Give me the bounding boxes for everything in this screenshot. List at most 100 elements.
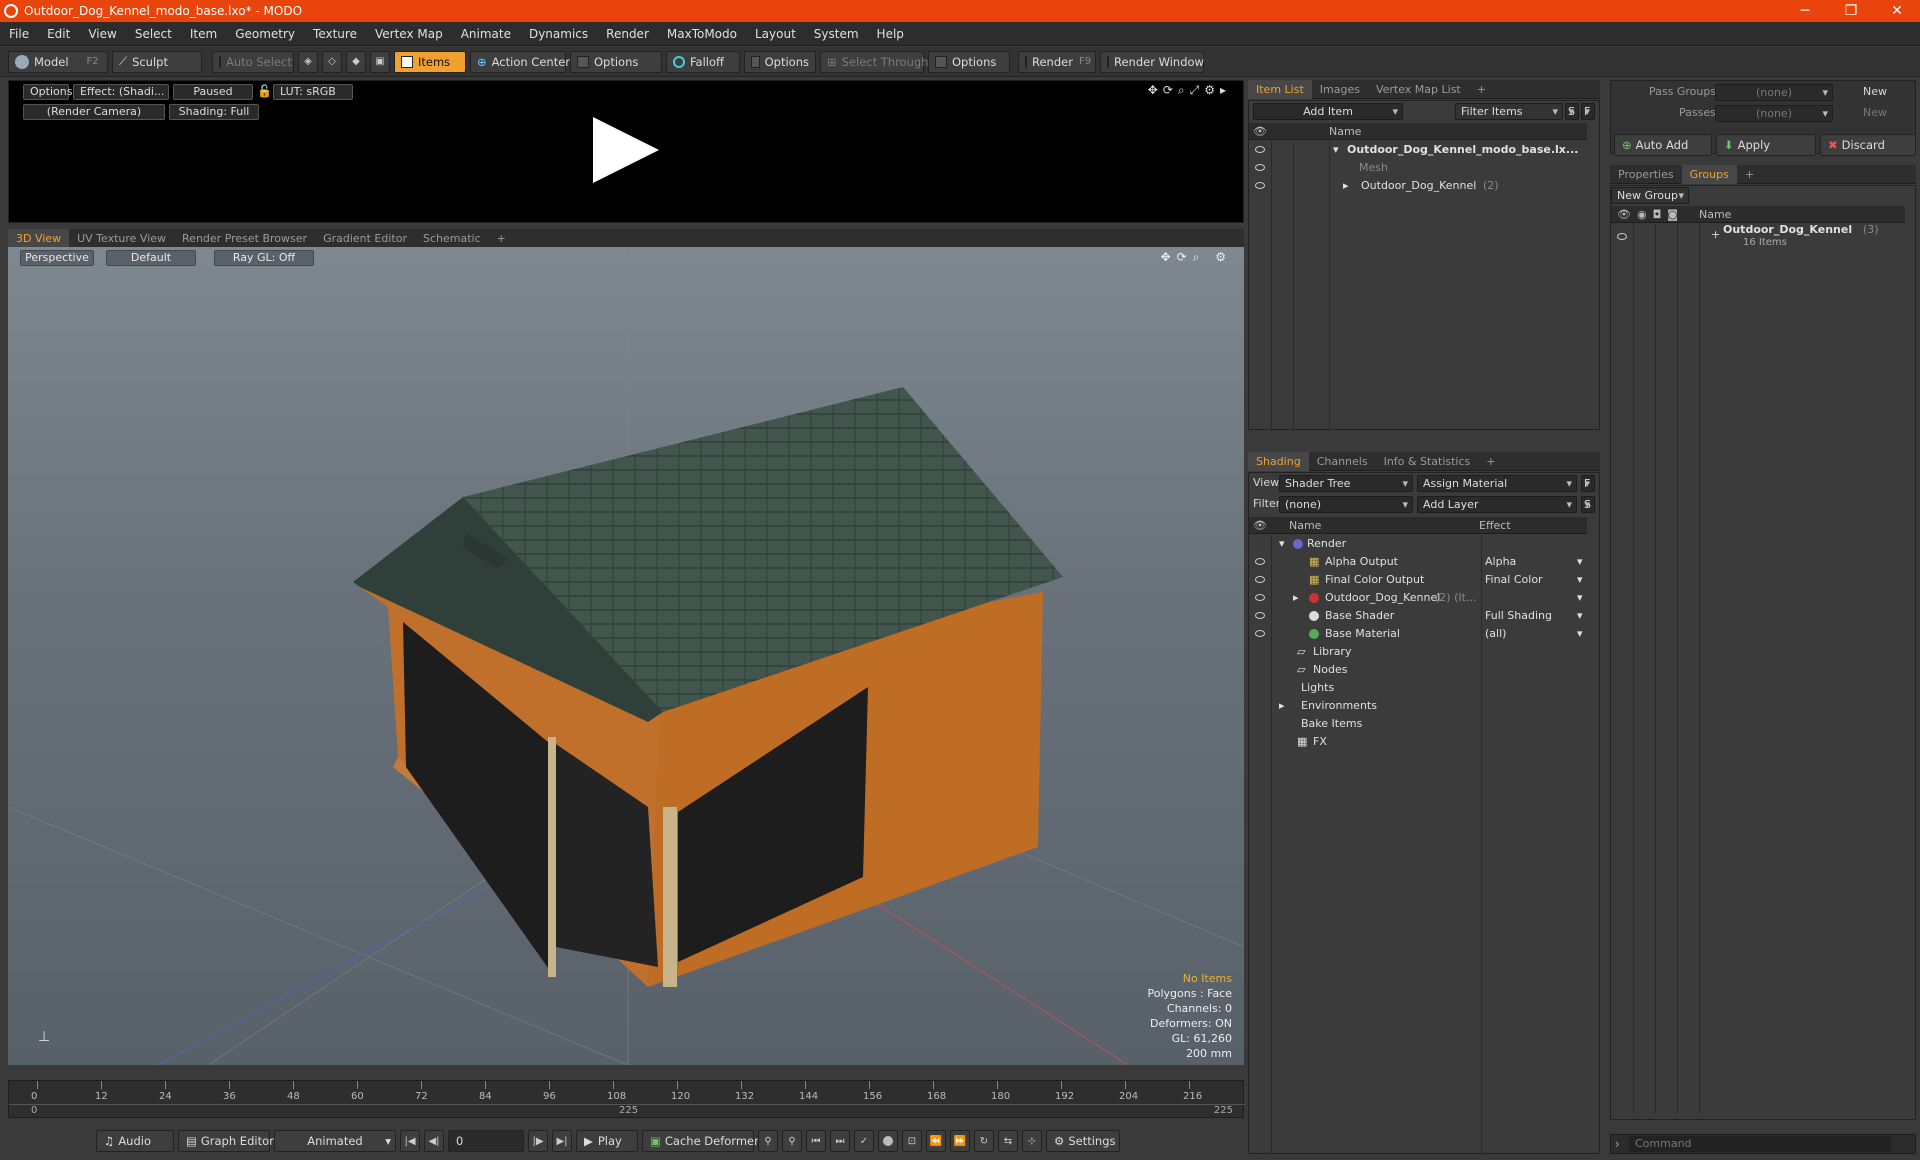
- shader-row-lights[interactable]: Lights: [1249, 679, 1587, 697]
- shader-effect[interactable]: Alpha: [1485, 553, 1516, 571]
- step-back-icon[interactable]: ⏪: [926, 1130, 946, 1152]
- close-button[interactable]: ✕: [1874, 3, 1920, 19]
- animated-dropdown[interactable]: Animated ▾: [274, 1130, 396, 1152]
- menu-dynamics[interactable]: Dynamics: [520, 27, 597, 41]
- shader-row-base-material[interactable]: Base Material (all) ▾: [1249, 625, 1587, 643]
- add-tab-button[interactable]: +: [1737, 168, 1762, 181]
- discard-button[interactable]: ✖ Discard: [1820, 134, 1916, 156]
- expand-arrow-icon[interactable]: ▾: [1279, 535, 1285, 553]
- add-layer-dropdown[interactable]: Add Layer: [1417, 496, 1577, 513]
- goto-start-icon[interactable]: |◀: [400, 1130, 420, 1152]
- key-icon[interactable]: ⚲: [758, 1130, 778, 1152]
- preview-nav-icons[interactable]: ✥⟳⌕⤢⚙▸: [1148, 83, 1231, 98]
- shading-dropdown[interactable]: Shading: Full: [169, 104, 259, 120]
- play-preview-icon[interactable]: [593, 117, 659, 183]
- projection-dropdown[interactable]: Perspective: [20, 250, 94, 266]
- tab-render-preset-browser[interactable]: Render Preset Browser: [174, 232, 315, 245]
- snap-icon[interactable]: ⊹: [1022, 1130, 1042, 1152]
- cache-deformers-button[interactable]: ▣ Cache Deformers: [642, 1130, 765, 1152]
- keyframe-icon[interactable]: ⚲: [782, 1130, 802, 1152]
- pass-groups-dropdown[interactable]: (none): [1715, 84, 1833, 101]
- maximize-button[interactable]: ❐: [1828, 3, 1874, 19]
- sculpt-button[interactable]: ⟋ Sculpt: [112, 50, 202, 73]
- tab-groups[interactable]: Groups: [1681, 164, 1737, 184]
- sync-icon[interactable]: ⇆: [998, 1130, 1018, 1152]
- apply-button[interactable]: ⬇ Apply: [1716, 134, 1816, 156]
- tab-3d-view[interactable]: 3D View: [8, 228, 70, 248]
- prev-key-icon[interactable]: ◀|: [424, 1130, 444, 1152]
- render-camera-dropdown[interactable]: (Render Camera): [23, 104, 165, 120]
- add-tab-button[interactable]: +: [489, 232, 514, 245]
- expand-arrow-icon[interactable]: ▸: [1343, 177, 1349, 195]
- settings-button[interactable]: ⚙ Settings: [1046, 1130, 1120, 1152]
- menu-maxtomodo[interactable]: MaxToModo: [658, 27, 746, 41]
- render-button[interactable]: Render F9: [1018, 50, 1096, 73]
- expand-arrow-icon[interactable]: ▸: [1293, 589, 1299, 607]
- shader-row-bake-items[interactable]: Bake Items: [1249, 715, 1587, 733]
- eye-icon[interactable]: [1255, 594, 1265, 601]
- chevron-down-icon[interactable]: ▾: [1577, 607, 1583, 625]
- audio-button[interactable]: ♫ Audio: [96, 1130, 174, 1152]
- preview-effect-dropdown[interactable]: Effect: (Shadi...: [73, 84, 169, 100]
- preview-options-button[interactable]: Options: [23, 84, 72, 100]
- tab-vertex-map-list[interactable]: Vertex Map List: [1368, 83, 1469, 96]
- set-key-icon[interactable]: ✓: [854, 1130, 874, 1152]
- eye-icon[interactable]: [1255, 630, 1265, 637]
- menu-vertex-map[interactable]: Vertex Map: [366, 27, 452, 41]
- next-keyframe-icon[interactable]: ⏭: [830, 1130, 850, 1152]
- shading-f-button[interactable]: F: [1581, 475, 1595, 492]
- menu-edit[interactable]: Edit: [38, 27, 79, 41]
- play-button[interactable]: ▶ Play: [576, 1130, 638, 1152]
- shading-s-button[interactable]: S: [1581, 496, 1595, 513]
- next-key-icon[interactable]: |▶: [528, 1130, 548, 1152]
- prev-keyframe-icon[interactable]: ⏮: [806, 1130, 826, 1152]
- tab-uv-texture-view[interactable]: UV Texture View: [69, 232, 174, 245]
- filter-dropdown[interactable]: (none): [1279, 496, 1413, 513]
- model-mode-button[interactable]: Model F2: [8, 50, 108, 73]
- auto-key-icon[interactable]: ⊡: [902, 1130, 922, 1152]
- eye-icon[interactable]: [1255, 164, 1265, 171]
- record-icon[interactable]: [878, 1130, 898, 1152]
- menu-select[interactable]: Select: [126, 27, 181, 41]
- items-mode-button[interactable]: Items: [394, 50, 466, 73]
- tab-schematic[interactable]: Schematic: [415, 232, 489, 245]
- menu-animate[interactable]: Animate: [452, 27, 520, 41]
- viewport-nav-icons[interactable]: ✥⟳⌕ ⚙: [1161, 250, 1232, 265]
- command-input[interactable]: Command: [1629, 1136, 1891, 1152]
- select-through-button[interactable]: ⊞ Select Through: [820, 50, 928, 73]
- new-pass-group-button[interactable]: New: [1863, 85, 1887, 98]
- auto-add-button[interactable]: ⊕ Auto Add: [1614, 134, 1712, 156]
- menu-layout[interactable]: Layout: [746, 27, 805, 41]
- shader-row-base-shader[interactable]: Base Shader Full Shading ▾: [1249, 607, 1587, 625]
- materials-mode-icon[interactable]: ▣: [370, 50, 390, 73]
- add-tab-button[interactable]: +: [1478, 455, 1503, 468]
- action-center-button[interactable]: ⊕ Action Center: [470, 50, 570, 73]
- preview-paused-button[interactable]: Paused: [173, 84, 253, 100]
- shader-row-environments[interactable]: ▸ Environments: [1249, 697, 1587, 715]
- render-window-button[interactable]: Render Window: [1100, 50, 1204, 73]
- filter-items-field[interactable]: Filter Items: [1455, 103, 1563, 120]
- tab-shading[interactable]: Shading: [1248, 451, 1309, 471]
- loop-icon[interactable]: ↻: [974, 1130, 994, 1152]
- add-item-dropdown[interactable]: Add Item: [1253, 103, 1403, 120]
- tab-info-statistics[interactable]: Info & Statistics: [1376, 455, 1479, 468]
- 3d-viewport[interactable]: Perspective Default Ray GL: Off ✥⟳⌕ ⚙ ⊥ …: [8, 247, 1244, 1065]
- eye-icon[interactable]: [1617, 233, 1627, 240]
- expand-arrow-icon[interactable]: ▾: [1333, 141, 1339, 159]
- menu-item[interactable]: Item: [181, 27, 226, 41]
- menu-system[interactable]: System: [805, 27, 868, 41]
- menu-view[interactable]: View: [79, 27, 125, 41]
- graph-editor-button[interactable]: ▤ Graph Editor: [178, 1130, 274, 1152]
- tab-gradient-editor[interactable]: Gradient Editor: [315, 232, 415, 245]
- menu-help[interactable]: Help: [868, 27, 913, 41]
- menu-geometry[interactable]: Geometry: [226, 27, 304, 41]
- add-tab-button[interactable]: +: [1469, 83, 1494, 96]
- falloff-button[interactable]: Falloff: [666, 50, 740, 73]
- timeline[interactable]: 0 12 24 36 48 60 72 84 96 108 120 132 144 156 168 180 19…: [8, 1080, 1245, 1118]
- polygons-mode-icon[interactable]: ◆: [346, 50, 366, 73]
- falloff-options-button[interactable]: Options: [744, 50, 816, 73]
- vertices-mode-icon[interactable]: ◈: [298, 50, 318, 73]
- select-through-options-button[interactable]: Options: [928, 50, 1010, 73]
- shader-row-kennel-mask[interactable]: ▸ Outdoor_Dog_Kennel (2) (It... ▾: [1249, 589, 1587, 607]
- item-row-kennel[interactable]: ▸ Outdoor_Dog_Kennel (2): [1249, 177, 1587, 195]
